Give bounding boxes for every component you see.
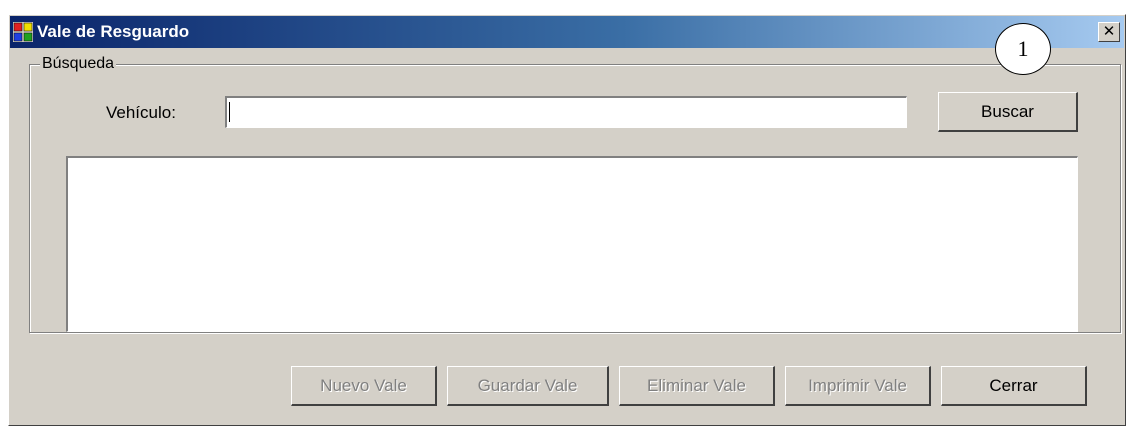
print-voucher-button[interactable]: Imprimir Vale bbox=[785, 366, 931, 406]
vale-de-resguardo-window: Vale de Resguardo ✕ 1 Búsqueda Vehículo:… bbox=[8, 14, 1126, 426]
app-window-icon bbox=[13, 22, 33, 42]
results-list[interactable] bbox=[66, 156, 1078, 332]
close-icon[interactable]: ✕ bbox=[1098, 22, 1120, 42]
search-button[interactable]: Buscar bbox=[938, 92, 1078, 132]
window-title: Vale de Resguardo bbox=[37, 22, 190, 41]
text-caret bbox=[229, 102, 230, 122]
vehicle-label: Vehículo: bbox=[106, 103, 176, 122]
close-button[interactable]: Cerrar bbox=[941, 366, 1087, 406]
title-bar[interactable]: Vale de Resguardo ✕ bbox=[10, 16, 1124, 48]
groupbox-label: Búsqueda bbox=[40, 55, 117, 73]
delete-voucher-button[interactable]: Eliminar Vale bbox=[619, 366, 775, 406]
save-voucher-button[interactable]: Guardar Vale bbox=[447, 366, 609, 406]
vehicle-input[interactable] bbox=[225, 96, 907, 128]
search-groupbox: Búsqueda Vehículo: Buscar bbox=[29, 55, 1121, 333]
new-voucher-button[interactable]: Nuevo Vale bbox=[291, 366, 437, 406]
callout-marker: 1 bbox=[995, 23, 1051, 75]
